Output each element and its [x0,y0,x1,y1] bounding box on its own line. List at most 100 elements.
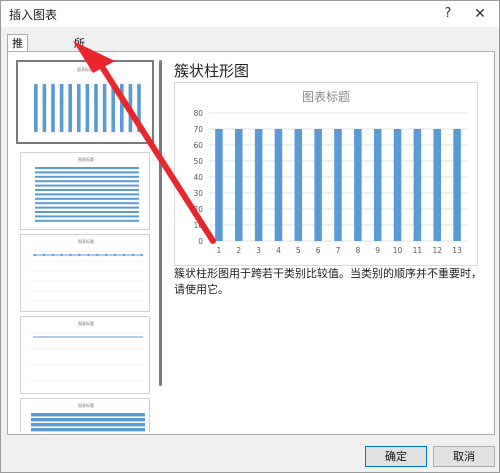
y-tick-label: 60 [193,141,203,150]
y-tick-label: 10 [193,221,203,230]
thumbnail-bar [35,171,139,174]
thumbnail-bar [35,211,139,213]
thumbnail-marker [78,253,81,257]
y-tick-label: 70 [193,125,203,134]
thumbnail-marker [42,253,46,257]
thumbnail-bar [35,197,139,200]
thumbnail-marker [113,253,117,257]
thumbnail-bar [35,206,139,209]
thumbnail-bar [77,84,81,132]
chart-bar [354,129,362,241]
thumbnail-bar [42,84,47,132]
thumbnail-line-with-markers[interactable]: 图表标题 [20,234,150,312]
chart-bar [373,129,382,241]
x-tick-label: 3 [256,246,261,255]
thumbnail-clustered-bar[interactable]: 图表标题 [20,152,150,230]
thumbnail-bar-graphic: 图表标题 [35,156,139,222]
help-button[interactable]: ? [435,3,461,25]
chart-bar [254,129,263,241]
thumbnail-line-graphic: 图表标题 [31,320,145,382]
thumbnail-bar [51,84,55,132]
x-tick-label: 9 [375,246,380,255]
x-tick-label: 5 [296,246,301,255]
tab-recommended-charts[interactable]: 推荐的图表 [7,34,28,118]
thumbnail-clustered-column[interactable]: 图表标题 [16,60,154,144]
chart-bar [294,129,303,241]
thumbnail-bar [111,84,115,132]
thumbnail-title: 图表标题 [78,156,94,162]
thumbnail-bar [31,418,145,422]
y-tick-label: 40 [193,173,203,182]
x-tick-label: 12 [432,246,442,255]
thumbnail-marker [60,253,63,257]
preview-chart-name: 簇状柱形图 [174,62,250,80]
x-tick-label: 4 [276,246,281,255]
thumbnail-bar [34,84,38,132]
thumbnail-title: 图表标题 [78,320,94,326]
chart-bar [413,129,422,241]
chart-preview: 图表标题 0 10 20 30 40 50 60 70 80 1 2 3 4 5 6 7 8 9 10 11 12 13 [174,82,478,266]
thumbnail-stacked-bar[interactable]: 图表标题 [20,398,150,432]
thumbnail-bar [35,175,139,178]
chart-bar [215,129,223,241]
ok-button[interactable]: 确定 [365,446,427,467]
thumbnail-bar [59,84,64,132]
insert-chart-dialog: 插入图表 ? ✕ 推荐的图表 所有图表 图表标题 [0,0,500,473]
thumbnail-column-graphic: 图表标题 [32,66,146,133]
x-tick-label: 13 [452,246,462,255]
tab-panel: 图表标题 图表标题 图表标题 图表标题 图表标题 簇状柱形图 图表标题 0 10… [7,51,495,435]
thumbnail-bar [31,423,145,427]
thumbnail-bar [128,84,133,132]
thumbnail-marker [87,253,90,257]
chart-description: 簇状柱形图用于跨若干类别比较值。当类别的顺序并不重要时，请使用它。 [174,267,482,296]
close-button[interactable]: ✕ [467,3,493,25]
x-tick-label: 2 [236,246,241,255]
thumbnail-stacked-bar-graphic: 图表标题 [31,402,145,432]
thumbnail-bar [35,167,139,169]
thumbnail-line[interactable]: 图表标题 [20,316,150,394]
chart-thumbnail-list: 图表标题 图表标题 图表标题 图表标题 图表标题 [16,60,156,432]
y-tick-label: 50 [193,157,203,166]
thumbnail-title: 图表标题 [78,402,94,408]
thumbnail-line-markers-graphic: 图表标题 [31,238,145,302]
dialog-title: 插入图表 [9,8,58,22]
thumbnail-bar [35,219,139,222]
x-tick-label: 10 [393,246,403,255]
chart-preview-svg: 图表标题 01020304050607080 1 2 3 4 5 6 7 8 9 10 11 12 13 [193,90,467,255]
thumbnail-marker [131,253,135,257]
thumbnail-bar [35,202,139,205]
thumbnail-marker [96,253,99,257]
thumbnail-bar [68,84,72,132]
thumbnail-bar [35,180,139,183]
thumbnail-scrollbar[interactable] [159,60,162,386]
thumbnail-bar [35,193,139,196]
thumbnail-bar [35,189,139,191]
chart-bar [453,129,461,241]
y-tick-label: 30 [193,189,203,198]
thumbnail-bar [31,413,145,417]
title-bar: 插入图表 ? ✕ [1,1,499,27]
cancel-button[interactable]: 取消 [433,446,495,467]
thumbnail-bar [35,215,139,218]
thumbnail-marker [122,253,126,257]
thumbnail-marker [105,253,108,257]
x-tick-label: 11 [413,246,423,255]
thumbnail-bar [31,428,145,432]
chart-bar [274,129,283,241]
chart-bar [314,129,322,241]
x-tick-label: 8 [355,246,360,255]
thumbnail-bar [137,84,141,132]
y-tick-label: 20 [193,205,203,214]
chart-bar [393,129,402,241]
chart-title: 图表标题 [302,90,350,104]
y-tick-label: 0 [198,237,203,246]
thumbnail-bar [94,84,98,132]
x-tick-label: 1 [217,246,222,255]
thumbnail-bar [120,84,124,132]
thumbnail-marker [33,253,37,257]
thumbnail-bar [35,184,139,187]
tab-all-charts[interactable]: 所有图表 [69,34,90,101]
chart-bar [334,129,342,241]
x-tick-label: 6 [316,246,321,255]
thumbnail-marker [51,253,54,257]
